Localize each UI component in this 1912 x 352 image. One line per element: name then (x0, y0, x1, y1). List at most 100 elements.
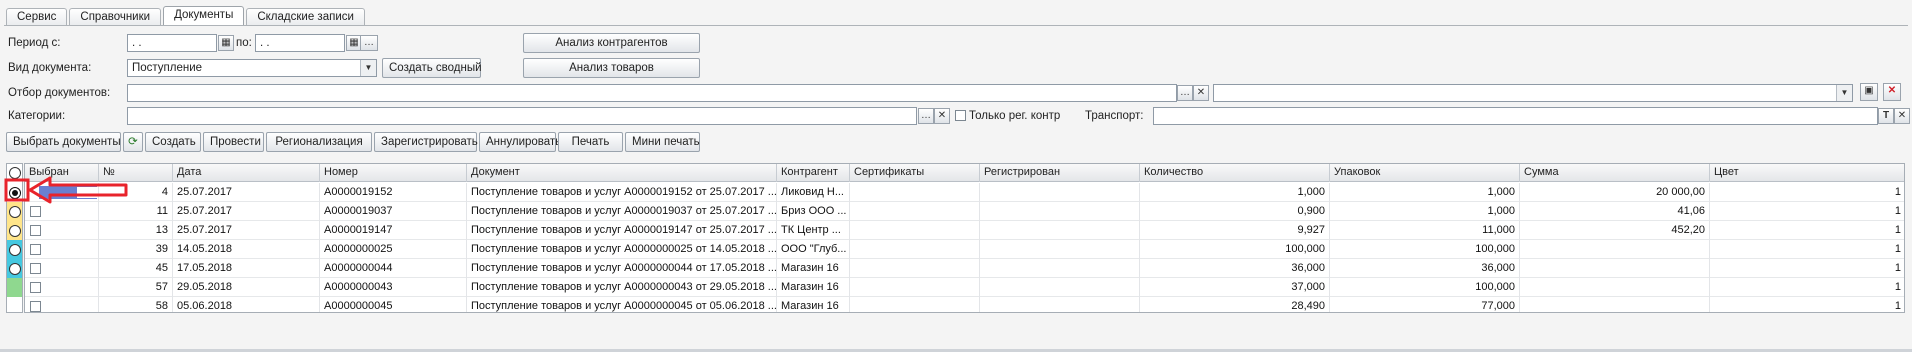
cell-packs: 100,000 (1330, 240, 1520, 259)
text-mode-icon[interactable]: T (1878, 108, 1894, 124)
cell-sum: 452,20 (1520, 221, 1710, 240)
categories-input[interactable] (127, 107, 917, 125)
period-from-label: Период с: (8, 37, 61, 49)
transport-input[interactable] (1153, 107, 1878, 125)
table-row[interactable]: 13 25.07.2017 А0000019147 Поступление товар… (25, 221, 1904, 240)
radio-button[interactable] (9, 244, 21, 256)
col-packs-header[interactable]: Упаковок (1330, 164, 1520, 182)
cell-quantity: 37,000 (1140, 278, 1330, 297)
cell-num: 45 (99, 259, 173, 278)
chevron-down-icon[interactable]: ▼ (1836, 85, 1852, 101)
cell-selected[interactable] (25, 259, 99, 278)
print-button[interactable]: Печать (558, 132, 623, 152)
cell-contractor: ООО "Глуб... (777, 240, 850, 259)
cell-color: 1 (1710, 183, 1904, 202)
tab-divider (4, 25, 1908, 26)
cell-date: 14.05.2018 (173, 240, 320, 259)
cell-quantity: 100,000 (1140, 240, 1330, 259)
col-document-header[interactable]: Документ (467, 164, 777, 182)
cell-packs: 1,000 (1330, 202, 1520, 221)
cell-certificates (850, 221, 980, 240)
cell-date: 05.06.2018 (173, 297, 320, 312)
col-registered-header[interactable]: Регистрирован (980, 164, 1140, 182)
cell-contractor: Магазин 16 (777, 259, 850, 278)
clear-icon[interactable]: ✕ (934, 108, 950, 124)
doc-filter-input[interactable] (127, 84, 1177, 102)
goods-analysis-button[interactable]: Анализ товаров (523, 58, 700, 78)
tab-documents[interactable]: Документы (163, 6, 245, 26)
cell-packs: 11,000 (1330, 221, 1520, 240)
cell-num: 39 (99, 240, 173, 259)
only-reg-label: Только рег. контр (969, 110, 1061, 122)
row-checkbox[interactable] (30, 282, 41, 293)
row-checkbox[interactable] (30, 263, 41, 274)
radio-button[interactable] (9, 263, 21, 275)
cell-sum (1520, 259, 1710, 278)
register-button[interactable]: Зарегистрировать (374, 132, 478, 152)
period-select-button[interactable]: … (360, 35, 378, 51)
save-icon[interactable]: ▣ (1860, 83, 1878, 101)
col-certificates-header[interactable]: Сертификаты (850, 164, 980, 182)
tab-references[interactable]: Справочники (69, 8, 162, 26)
table-row[interactable]: 57 29.05.2018 А0000000043 Поступление товар… (25, 278, 1904, 297)
col-color-header[interactable]: Цвет (1710, 164, 1904, 182)
table-row[interactable]: 45 17.05.2018 А0000000044 Поступление товар… (25, 259, 1904, 278)
cell-contractor: Бриз ООО ... (777, 202, 850, 221)
cell-number: А0000000045 (320, 297, 467, 312)
select-documents-button[interactable]: Выбрать документы (6, 132, 121, 152)
clear-icon[interactable]: ✕ (1894, 108, 1910, 124)
cell-color: 1 (1710, 259, 1904, 278)
col-contractor-header[interactable]: Контрагент (777, 164, 850, 182)
doc-type-select[interactable]: Поступление (127, 59, 377, 77)
cell-quantity: 28,490 (1140, 297, 1330, 312)
post-button[interactable]: Провести (203, 132, 264, 152)
period-from-input[interactable]: . . (127, 34, 217, 52)
period-to-input[interactable]: . . (255, 34, 345, 52)
cell-packs: 77,000 (1330, 297, 1520, 312)
cell-certificates (850, 202, 980, 221)
col-number-header[interactable]: Номер (320, 164, 467, 182)
tab-service[interactable]: Сервис (6, 8, 68, 26)
radio-button[interactable] (9, 225, 21, 237)
ellipsis-icon[interactable]: … (1177, 85, 1193, 101)
cell-document: Поступление товаров и услуг А0000019147 … (467, 221, 777, 240)
cell-document: Поступление товаров и услуг А0000000043 … (467, 278, 777, 297)
ellipsis-icon[interactable]: … (918, 108, 934, 124)
only-reg-checkbox[interactable] (955, 110, 966, 121)
create-summary-button[interactable]: Создать сводный (382, 58, 482, 78)
cell-selected[interactable] (25, 297, 99, 312)
cell-selected[interactable] (25, 221, 99, 240)
refresh-icon[interactable]: ⟳ (123, 132, 143, 152)
regionalization-button[interactable]: Регионализация (266, 132, 372, 152)
delete-icon[interactable]: ✕ (1883, 83, 1901, 101)
calendar-icon[interactable]: ▦ (218, 35, 234, 51)
cell-certificates (850, 297, 980, 312)
cell-document: Поступление товаров и услуг А0000019037 … (467, 202, 777, 221)
cancel-document-button[interactable]: Аннулировать (479, 132, 561, 152)
cell-registered (980, 202, 1140, 221)
table-row[interactable]: 4 25.07.2017 А0000019152 Поступление товаро… (25, 183, 1904, 202)
contractors-analysis-button[interactable]: Анализ контрагентов (523, 33, 700, 53)
cell-date: 25.07.2017 (173, 221, 320, 240)
chevron-down-icon[interactable]: ▼ (360, 60, 376, 76)
cell-quantity: 36,000 (1140, 259, 1330, 278)
cell-registered (980, 278, 1140, 297)
table-row[interactable]: 39 14.05.2018 А0000000025 Поступление товар… (25, 240, 1904, 259)
row-checkbox[interactable] (30, 244, 41, 255)
create-button[interactable]: Создать (145, 132, 201, 152)
row-checkbox[interactable] (30, 301, 41, 312)
cell-selected[interactable] (25, 240, 99, 259)
col-sum-header[interactable]: Сумма (1520, 164, 1710, 182)
col-date-header[interactable]: Дата (173, 164, 320, 182)
clear-icon[interactable]: ✕ (1193, 85, 1209, 101)
table-row[interactable]: 58 05.06.2018 А0000000045 Поступление товар… (25, 297, 1904, 312)
col-quantity-header[interactable]: Количество (1140, 164, 1330, 182)
row-checkbox[interactable] (30, 225, 41, 236)
mini-print-button[interactable]: Мини печать (625, 132, 700, 152)
tab-warehouse-records[interactable]: Складские записи (246, 8, 365, 26)
doc-filter-value-select[interactable] (1213, 84, 1853, 102)
cell-selected[interactable] (25, 278, 99, 297)
cell-number: А0000000044 (320, 259, 467, 278)
table-row[interactable]: 11 25.07.2017 А0000019037 Поступление товар… (25, 202, 1904, 221)
cell-number: А0000019147 (320, 221, 467, 240)
